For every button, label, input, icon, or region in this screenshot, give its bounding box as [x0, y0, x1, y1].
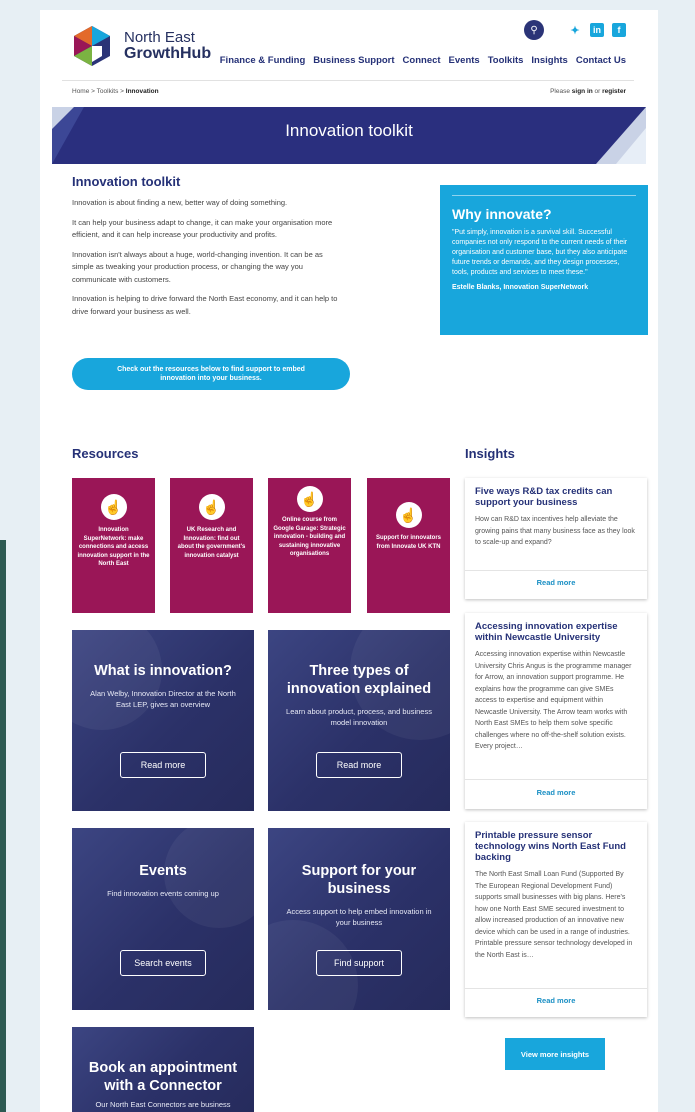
resource-card[interactable]: ☝ UK Research and Innovation: find out a… — [170, 478, 253, 613]
intro-section: Innovation toolkit Innovation is about f… — [72, 174, 342, 325]
read-more-link[interactable]: Read more — [465, 578, 647, 587]
intro-paragraph: Innovation isn't always about a huge, wo… — [72, 249, 323, 284]
tile-title: What is innovation? — [94, 663, 232, 679]
intro-paragraph: Innovation is helping to drive forward t… — [72, 294, 338, 316]
why-innovate-box: Why innovate? "Put simply, innovation is… — [440, 185, 648, 335]
tile-text: Find innovation events coming up — [107, 889, 219, 898]
pointer-hand-icon: ☝ — [395, 502, 422, 528]
insight-title[interactable]: Accessing innovation expertise within Ne… — [465, 613, 647, 643]
search-events-button[interactable]: Search events — [120, 950, 206, 976]
resource-card[interactable]: ☝ Innovation SuperNetwork: make connecti… — [72, 478, 155, 613]
insight-card[interactable]: Accessing innovation expertise within Ne… — [465, 613, 647, 809]
tile-title: Book an appointment with a Connector — [88, 1060, 238, 1094]
tile-support[interactable]: Support for your business Access support… — [268, 828, 450, 1010]
read-more-link[interactable]: Read more — [465, 788, 647, 797]
intro-title: Innovation toolkit — [72, 174, 181, 189]
content: Innovation toolkit Innovation is about f… — [62, 10, 648, 1112]
insight-card[interactable]: Five ways R&D tax credits can support yo… — [465, 478, 647, 599]
why-quote: "Put simply, innovation is a survival sk… — [452, 229, 628, 276]
why-author: Estelle Blanks, Innovation SuperNetwork — [452, 284, 589, 291]
read-more-link[interactable]: Read more — [465, 996, 647, 1005]
intro-paragraph: Innovation is about finding a new, bette… — [72, 198, 288, 207]
resources-title: Resources — [72, 446, 139, 461]
tile-text: Access support to help embed innovation … — [286, 907, 432, 927]
tile-three-types[interactable]: Three types of innovation explained Lear… — [268, 630, 450, 811]
pointer-hand-icon: ☝ — [100, 494, 127, 520]
resource-card[interactable]: ☝ Online course from Google Garage: Stra… — [268, 478, 351, 613]
pointer-hand-icon: ☝ — [198, 494, 225, 520]
resource-card[interactable]: ☝ Support for innovators from Innovate U… — [367, 478, 450, 613]
tile-text: Learn about product, process, and busine… — [286, 707, 432, 727]
insight-text: Accessing innovation expertise within Ne… — [475, 651, 632, 750]
read-more-button[interactable]: Read more — [316, 752, 402, 778]
insights-title: Insights — [465, 446, 515, 461]
tile-title: Events — [139, 863, 187, 879]
why-title: Why innovate? — [452, 206, 552, 222]
tile-title: Support for your business — [301, 863, 417, 897]
read-more-button[interactable]: Read more — [120, 752, 206, 778]
resource-card-label: Support for innovators from Innovate UK … — [376, 535, 441, 550]
insight-card[interactable]: Printable pressure sensor technology win… — [465, 822, 647, 1017]
insight-divider — [465, 988, 647, 989]
tile-what-is-innovation[interactable]: What is innovation? Alan Welby, Innovati… — [72, 630, 254, 811]
tile-book-appointment[interactable]: Book an appointment with a Connector Our… — [72, 1027, 254, 1112]
resource-card-label: UK Research and Innovation: find out abo… — [177, 527, 246, 559]
insight-text: How can R&D tax incentives help alleviat… — [475, 516, 635, 546]
resource-card-label: Innovation SuperNetwork: make connection… — [77, 527, 150, 567]
insight-text: The North East Small Loan Fund (Supporte… — [475, 871, 633, 959]
intro-paragraph: It can help your business adapt to chang… — [72, 217, 333, 240]
resource-card-label: Online course from Google Garage: Strate… — [273, 517, 346, 557]
why-divider — [452, 195, 636, 196]
page: North East GrowthHub ⚲ ✦ in f Finance & … — [40, 10, 658, 1112]
tile-events[interactable]: Events Find innovation events coming up … — [72, 828, 254, 1010]
find-support-button[interactable]: Find support — [316, 950, 402, 976]
resources-cta-button[interactable]: Check out the resources below to find su… — [72, 358, 350, 390]
tile-text: Our North East Connectors are business — [95, 1100, 231, 1109]
background-edge — [0, 540, 6, 1112]
insight-title[interactable]: Printable pressure sensor technology win… — [465, 822, 647, 863]
insight-divider — [465, 779, 647, 780]
tile-title: Three types of innovation explained — [286, 663, 432, 697]
insight-title[interactable]: Five ways R&D tax credits can support yo… — [465, 478, 647, 508]
insight-divider — [465, 570, 647, 571]
tile-text: Alan Welby, Innovation Director at the N… — [90, 689, 236, 709]
view-more-insights-button[interactable]: View more insights — [505, 1038, 605, 1070]
pointer-hand-icon: ☝ — [296, 486, 323, 512]
